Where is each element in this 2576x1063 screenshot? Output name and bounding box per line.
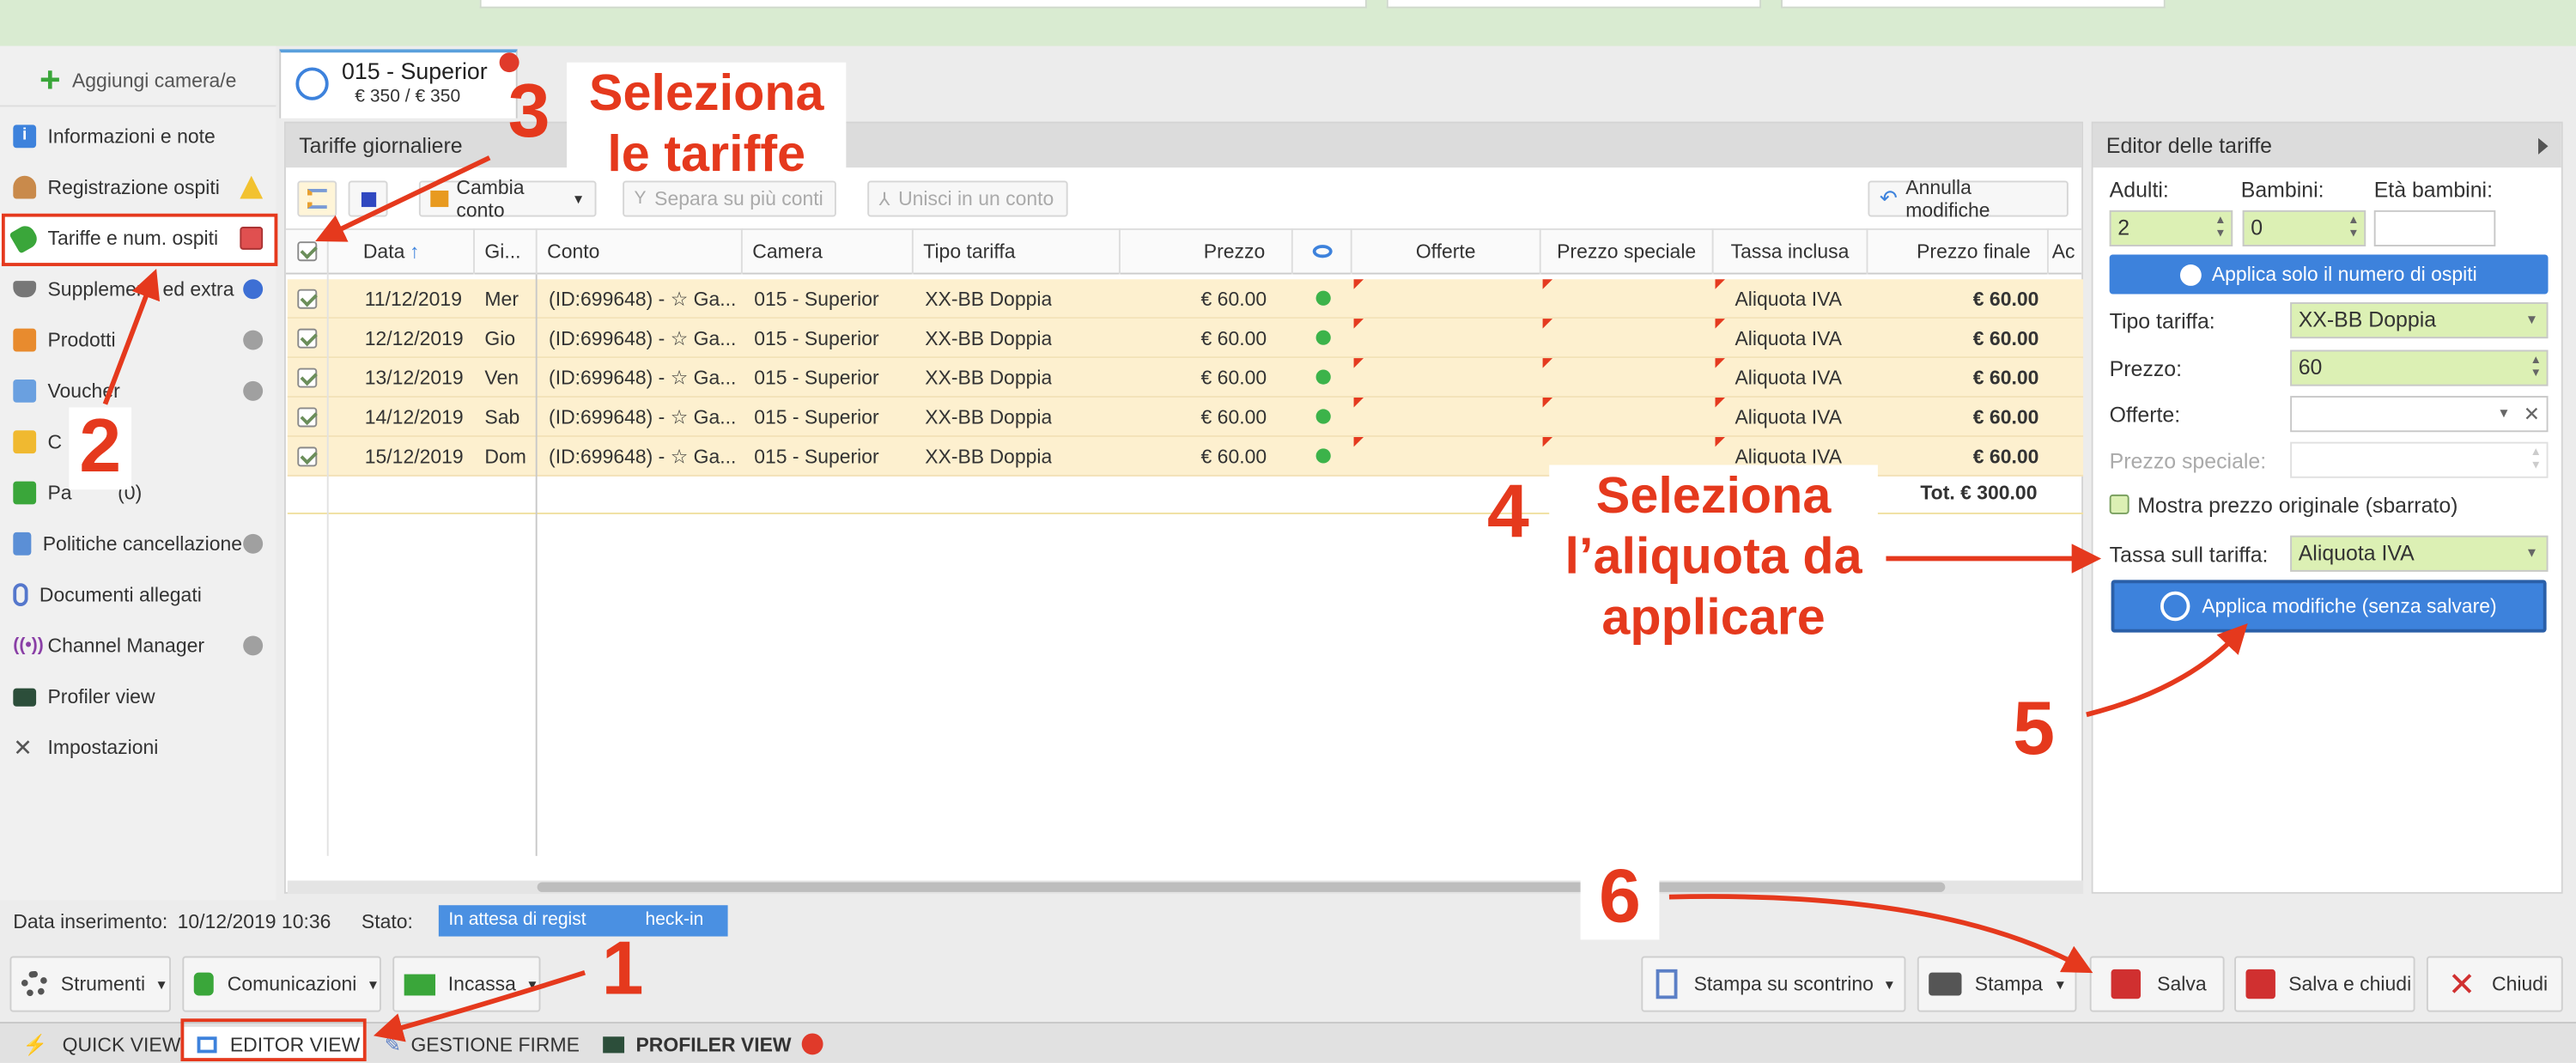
annotation-line: Seleziona (1595, 466, 1832, 525)
annotation-step-5: 5 (2001, 689, 2067, 769)
annotation-step-6: 6 (1580, 857, 1660, 940)
annotation-line: l’aliquota da (1564, 527, 1862, 586)
annotation-step-4: 4 (1486, 468, 1529, 554)
annotation-step-3: 3 (507, 67, 550, 153)
annotation-text-4: Seleziona l’aliquota da applicare (1549, 465, 1878, 646)
annotation-text-3: Seleziona le tariffe (567, 62, 847, 183)
annotation-line: le tariffe (607, 125, 806, 183)
annotation-step-2: 2 (69, 407, 132, 490)
annotation-line: Seleziona (588, 64, 824, 122)
annotation-arrows (102, 155, 2248, 1042)
annotation-step-1: 1 (601, 925, 644, 1011)
annotation-line: applicare (1601, 587, 1826, 646)
app-window: + Aggiungi camera/e i Informazioni e not… (0, 0, 2576, 1063)
